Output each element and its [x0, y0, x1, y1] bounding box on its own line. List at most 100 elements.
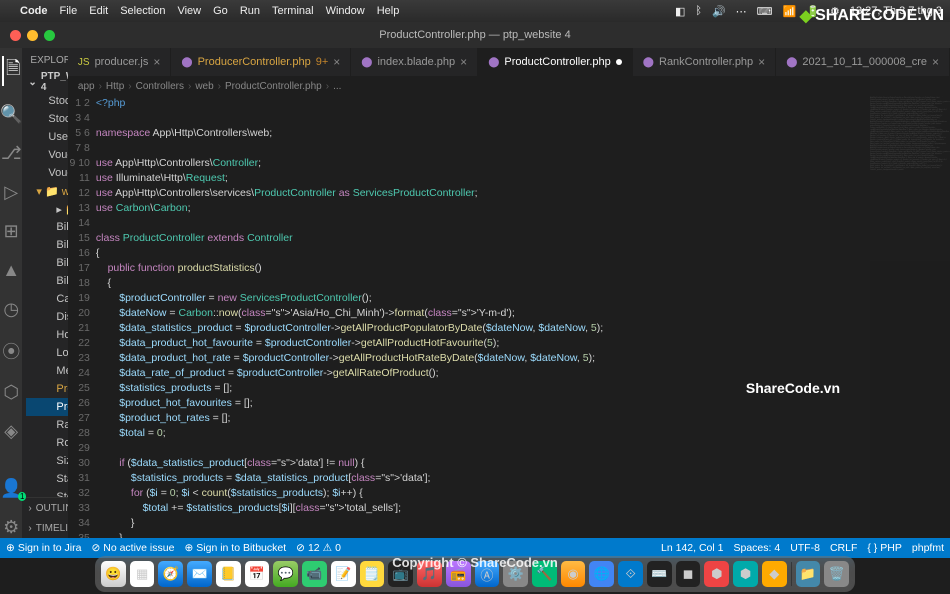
file-item[interactable]: HomeController.php [26, 326, 67, 344]
menu-go[interactable]: Go [213, 5, 228, 17]
run-debug-icon[interactable]: ▷ [4, 182, 18, 203]
breadcrumb-segment[interactable]: ... [333, 81, 341, 92]
file-item[interactable]: DiscountCategoryControll... [26, 308, 67, 326]
menu-view[interactable]: View [177, 5, 201, 17]
dock-vscode[interactable]: ⟐ [618, 561, 643, 587]
file-item[interactable]: BillController.php [26, 218, 67, 236]
file-item[interactable]: MemberController.php [26, 362, 67, 380]
source-control-icon[interactable]: ⎇ [1, 143, 22, 164]
tray-bluetooth-icon[interactable]: ᛒ [695, 5, 702, 17]
minimap[interactable]: <?php namespace App\Http\Controllers\web… [870, 96, 950, 538]
dock-app3[interactable]: ⬢ [704, 561, 729, 587]
dock-app5[interactable]: ◆ [762, 561, 787, 587]
breadcrumb-segment[interactable]: Http [106, 81, 124, 92]
file-item[interactable]: StockController.php [26, 92, 67, 110]
timeline-section[interactable]: ›TIMELINE [22, 518, 67, 538]
status-problems[interactable]: ⊘ 12 ⚠ 0 [296, 542, 341, 554]
file-item[interactable]: ▾ 📁 web• [26, 182, 67, 200]
status-lang[interactable]: { } PHP [867, 542, 902, 554]
file-item[interactable]: UserController.php [26, 128, 67, 146]
editor-tab[interactable]: JSproducer.js × [68, 48, 172, 76]
dock-contacts[interactable]: 📒 [216, 561, 241, 587]
triangle-icon[interactable]: ▲ [2, 260, 20, 281]
file-item[interactable]: StockDetailController.php [26, 110, 67, 128]
file-item[interactable]: BillDetailController.php [26, 236, 67, 254]
tray-book-icon[interactable]: ◧ [675, 5, 685, 18]
tray-volume-icon[interactable]: 🔊 [712, 5, 726, 18]
menu-terminal[interactable]: Terminal [272, 5, 314, 17]
dock-facetime[interactable]: 📹 [302, 561, 327, 587]
tray-input-icon[interactable]: ⌨︎ [757, 5, 773, 18]
file-item[interactable]: ProducerController....9+ [26, 380, 67, 398]
editor-tab[interactable]: ⬤2021_10_11_000008_cre × [776, 48, 950, 76]
search-icon[interactable]: 🔍 [0, 104, 22, 125]
menu-app[interactable]: Code [20, 5, 48, 17]
chevron-down-icon[interactable]: ⌄ [28, 77, 36, 88]
file-item[interactable]: ▸ 📁 user [26, 200, 67, 218]
dock-reminders[interactable]: 📝 [331, 561, 356, 587]
tray-dots-icon[interactable]: ⋯ [736, 5, 747, 18]
dock-finder[interactable]: 😀 [101, 561, 126, 587]
file-tree[interactable]: StockController.phpStockDetailController… [22, 92, 67, 497]
hexagon-icon[interactable]: ⬡ [3, 382, 19, 403]
menu-help[interactable]: Help [377, 5, 400, 17]
file-item[interactable]: CategoryController.php [26, 290, 67, 308]
dock-notes[interactable]: 🗒️ [360, 561, 385, 587]
php-icon[interactable]: ⦿ [2, 338, 20, 364]
dock-messages[interactable]: 💬 [273, 561, 298, 587]
extensions-icon[interactable]: ⊞ [4, 221, 19, 242]
dock-chrome[interactable]: 🌐 [589, 561, 614, 587]
workspace-name[interactable]: PTP_WEBSITE 4 [41, 71, 68, 93]
menu-window[interactable]: Window [326, 5, 365, 17]
status-cursor[interactable]: Ln 142, Col 1 [661, 542, 723, 554]
dock-launchpad[interactable]: ▦ [130, 561, 155, 587]
status-encoding[interactable]: UTF-8 [790, 542, 820, 554]
dock-calendar[interactable]: 📅 [245, 561, 270, 587]
status-indent[interactable]: Spaces: 4 [733, 542, 780, 554]
dock-trash[interactable]: 🗑️ [824, 561, 849, 587]
file-item[interactable]: VoucherMemberControlle... [26, 164, 67, 182]
diamond-icon[interactable]: ◈ [4, 421, 18, 442]
file-item[interactable]: StatisticBillPayController.... [26, 470, 67, 488]
dock-postman[interactable]: ◉ [561, 561, 586, 587]
code-editor[interactable]: <?php namespace App\Http\Controllers\web… [96, 96, 870, 538]
menu-run[interactable]: Run [240, 5, 260, 17]
breadcrumb[interactable]: app›Http›Controllers›web›ProductControll… [68, 76, 950, 96]
clock-icon[interactable]: ◷ [3, 299, 19, 320]
dock-safari[interactable]: 🧭 [158, 561, 183, 587]
menu-selection[interactable]: Selection [120, 5, 165, 17]
editor-tab[interactable]: ⬤ProducerController.php 9+ × [171, 48, 351, 76]
status-eol[interactable]: CRLF [830, 542, 857, 554]
dock-app2[interactable]: ◼︎ [676, 561, 701, 587]
breadcrumb-segment[interactable]: ProductController.php [225, 81, 322, 92]
dock-mail[interactable]: ✉️ [187, 561, 212, 587]
menu-edit[interactable]: Edit [89, 5, 108, 17]
account-icon[interactable]: 👤1 [0, 478, 22, 499]
file-item[interactable]: StockDetailController.php [26, 488, 67, 497]
file-item[interactable]: BillOrderDetailController.... [26, 272, 67, 290]
file-item[interactable]: VoucherController.php [26, 146, 67, 164]
outline-section[interactable]: ›OUTLINE [22, 498, 67, 518]
settings-gear-icon[interactable]: ⚙ [3, 517, 19, 538]
file-item[interactable]: SizeAndColorController.php [26, 452, 67, 470]
traffic-lights[interactable] [0, 30, 55, 41]
breadcrumb-segment[interactable]: Controllers [136, 81, 184, 92]
status-bitbucket[interactable]: ⊕ Sign in to Bitbucket [184, 542, 286, 554]
file-item[interactable]: ProductController.php [26, 398, 67, 416]
file-item[interactable]: LoginController.php [26, 344, 67, 362]
editor-tab[interactable]: ⬤index.blade.php × [351, 48, 478, 76]
editor-tab[interactable]: ⬤ProductController.php [478, 48, 633, 76]
file-item[interactable]: RoleController.php [26, 434, 67, 452]
status-issue[interactable]: ⊘ No active issue [91, 542, 174, 554]
status-jira[interactable]: ⊕ Sign in to Jira [6, 542, 81, 554]
tray-wifi-icon[interactable]: 📶 [783, 5, 797, 18]
dock-terminal[interactable]: ⌨️ [647, 561, 672, 587]
explorer-icon[interactable]: 🗎 [2, 56, 20, 86]
breadcrumb-segment[interactable]: app [78, 81, 95, 92]
status-formatter[interactable]: phpfmt [912, 542, 944, 554]
editor-tab[interactable]: ⬤RankController.php × [633, 48, 776, 76]
breadcrumb-segment[interactable]: web [195, 81, 213, 92]
file-item[interactable]: RankController.php [26, 416, 67, 434]
menu-file[interactable]: File [60, 5, 78, 17]
file-item[interactable]: BillOrderController.php [26, 254, 67, 272]
